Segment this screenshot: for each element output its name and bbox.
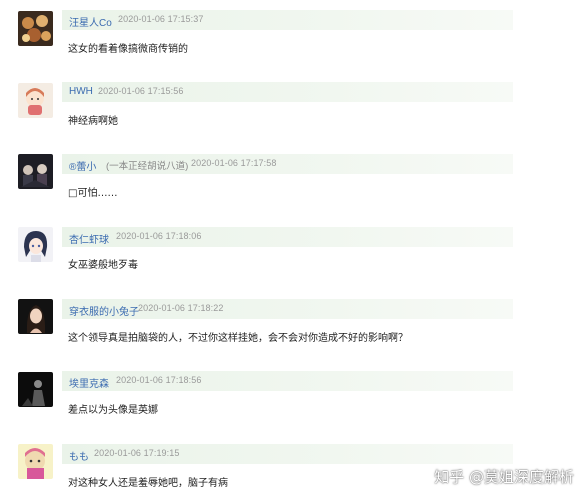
- comment-header: 埃里克森 2020-01-06 17:18:56: [62, 371, 513, 391]
- comment-header: HWH 2020-01-06 17:15:56: [62, 82, 513, 102]
- comment-text: □可怕……: [68, 188, 118, 199]
- timestamp: 2020-01-06 17:17:58: [191, 158, 277, 168]
- avatar[interactable]: [18, 299, 53, 334]
- comment-page: 汪星人Co 2020-01-06 17:15:37 这女的看着像搞微商传销的 H…: [0, 0, 588, 500]
- avatar[interactable]: [18, 372, 53, 407]
- comment-text: 这女的看着像搞微商传销的: [68, 44, 188, 55]
- comment-text: 神经病啊她: [68, 116, 118, 127]
- portrait-avatar-icon: [18, 299, 53, 334]
- food-photo-avatar-icon: [18, 11, 53, 46]
- comment-text: 差点以为头像是英娜: [68, 405, 158, 416]
- timestamp: 2020-01-06 17:15:37: [118, 14, 204, 24]
- comment-text: 这个领导真是拍脑袋的人，不过你这样挂她，会不会对你造成不好的影响啊？: [68, 333, 408, 344]
- avatar[interactable]: [18, 227, 53, 262]
- comment-header: ®蕾小 (一本正经胡说八道) 2020-01-06 17:17:58: [62, 154, 513, 174]
- comment-header: 穿衣服的小兔子 2020-01-06 17:18:22: [62, 299, 513, 319]
- timestamp: 2020-01-06 17:15:56: [98, 86, 184, 96]
- dark-photo-avatar-icon: [18, 372, 53, 407]
- avatar[interactable]: [18, 154, 53, 189]
- timestamp: 2020-01-06 17:18:56: [116, 375, 202, 385]
- username-link[interactable]: HWH: [69, 86, 93, 97]
- comment-text: 对这种女人还是羞辱她吧，脑子有病: [68, 478, 228, 489]
- username-link[interactable]: 汪星人Co: [69, 14, 112, 29]
- avatar[interactable]: [18, 83, 53, 118]
- username-link[interactable]: もも: [69, 448, 89, 463]
- group-photo-avatar-icon: [18, 154, 53, 189]
- timestamp: 2020-01-06 17:18:06: [116, 231, 202, 241]
- username-link[interactable]: 穿衣服的小兔子: [69, 303, 139, 318]
- user-tag: (一本正经胡说八道): [106, 161, 189, 172]
- timestamp: 2020-01-06 17:18:22: [138, 303, 224, 313]
- username-link[interactable]: ®蕾小: [69, 158, 96, 173]
- zhihu-watermark: 知乎 @莫姐深度解析: [434, 468, 574, 486]
- comment-header: もも 2020-01-06 17:19:15: [62, 444, 513, 464]
- timestamp: 2020-01-06 17:19:15: [94, 448, 180, 458]
- cartoon-avatar-icon: [18, 83, 53, 118]
- comment-header: 杏仁虾球 2020-01-06 17:18:06: [62, 227, 513, 247]
- comment-text: 女巫婆般地歹毒: [68, 260, 138, 271]
- comment-header: 汪星人Co 2020-01-06 17:15:37: [62, 10, 513, 30]
- anime-girl-avatar-icon: [18, 227, 53, 262]
- avatar[interactable]: [18, 11, 53, 46]
- avatar[interactable]: [18, 444, 53, 479]
- cartoon-character-avatar-icon: [18, 444, 53, 479]
- username-link[interactable]: 埃里克森: [69, 375, 109, 390]
- username-link[interactable]: 杏仁虾球: [69, 231, 109, 246]
